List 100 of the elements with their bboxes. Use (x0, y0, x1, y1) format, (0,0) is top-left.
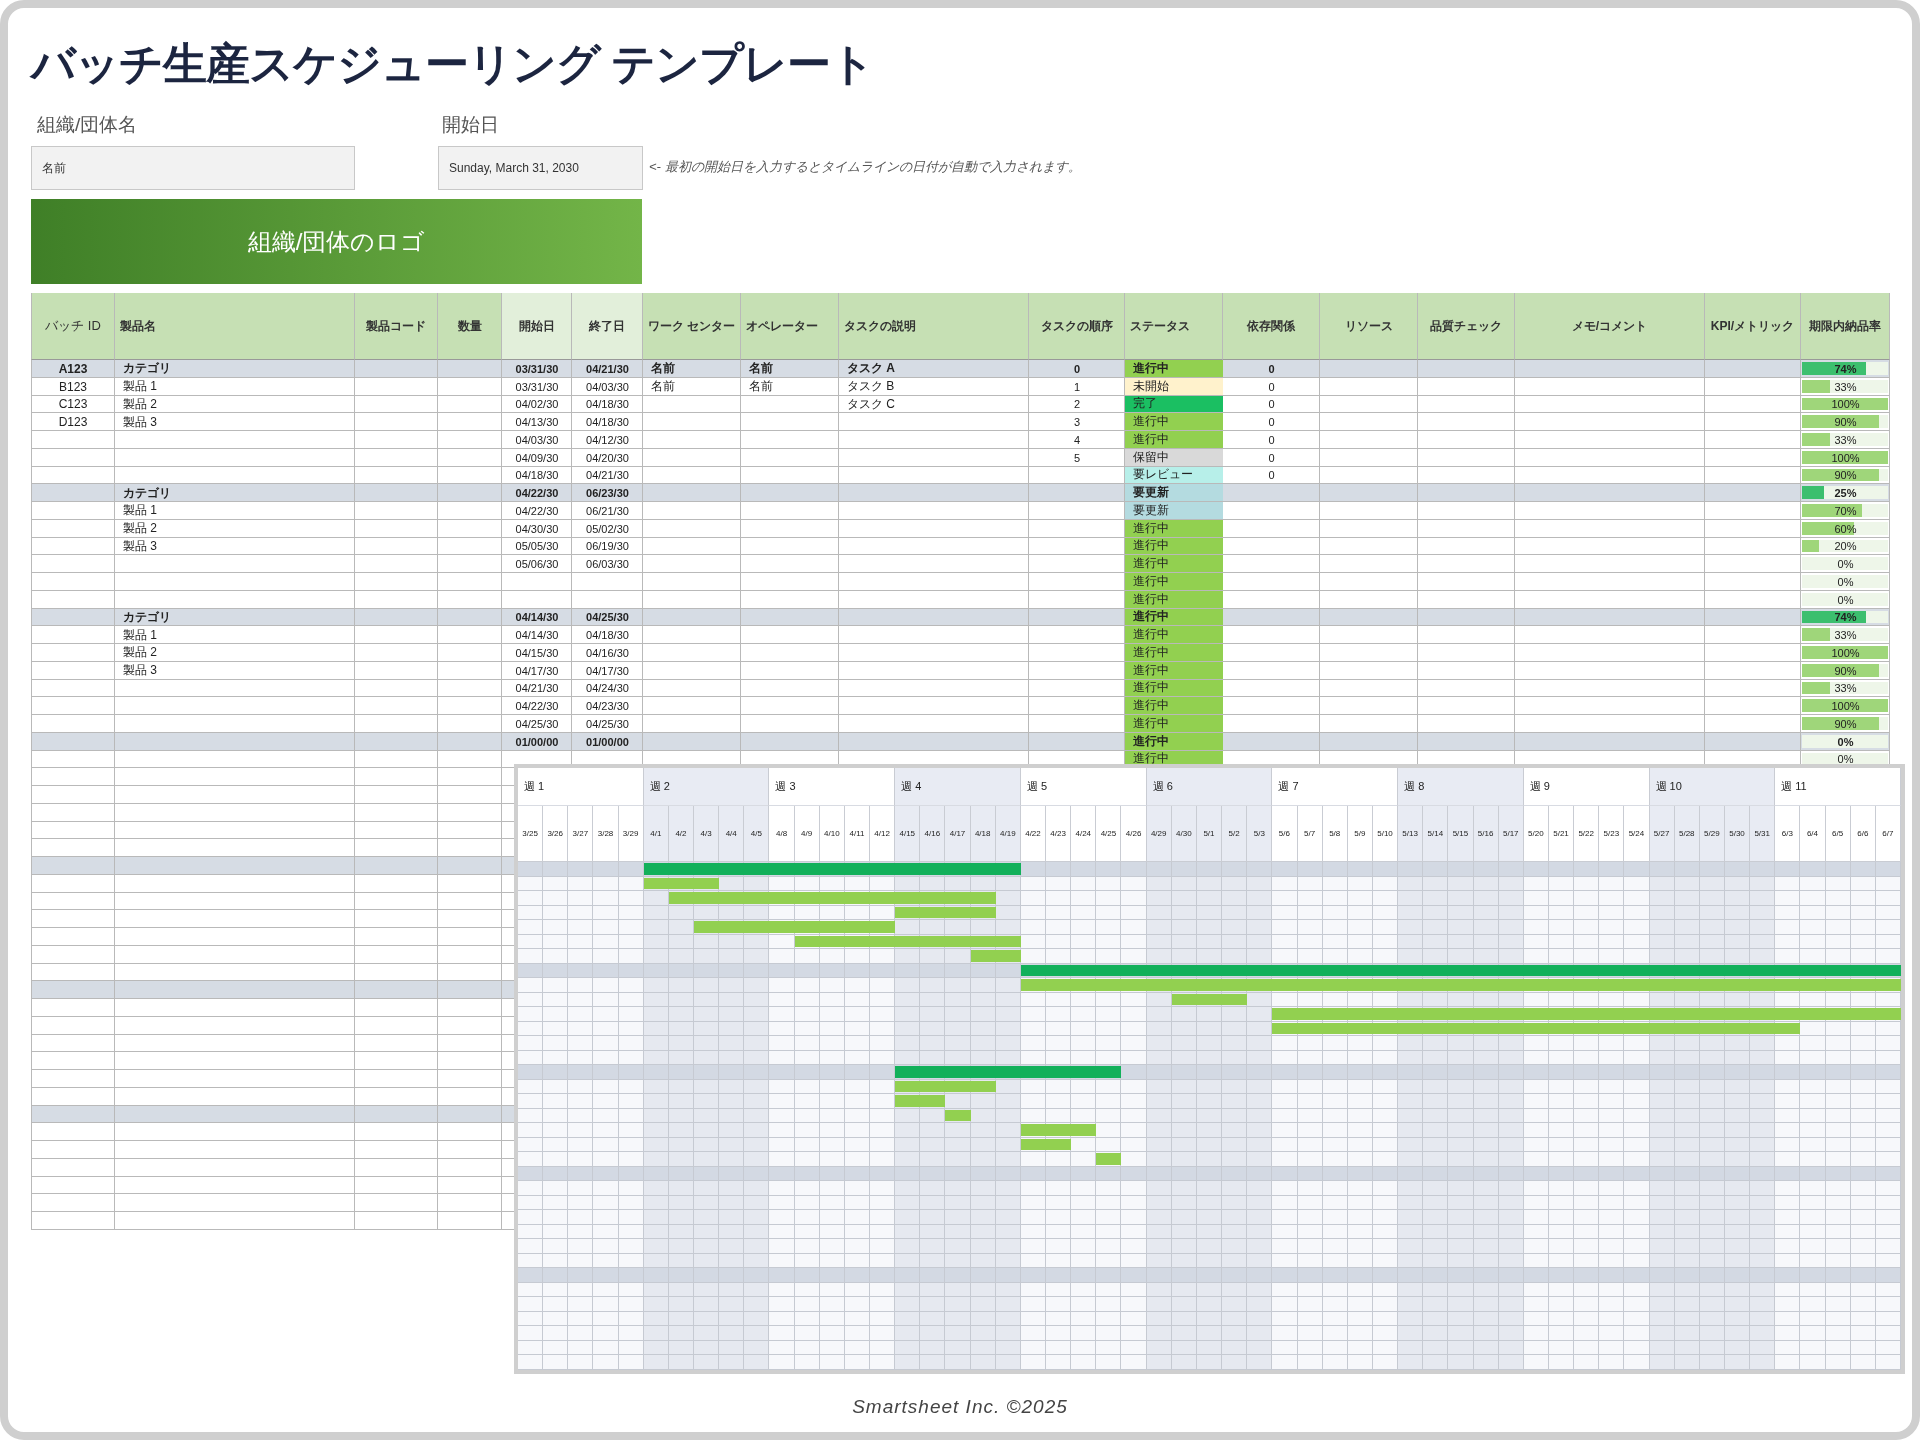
column-header: タスクの説明 (839, 293, 1029, 360)
gantt-bar (970, 950, 1021, 962)
percent-text: 70% (1834, 504, 1857, 517)
table-cell: 04/22/30 (515, 487, 559, 500)
gantt-bar (945, 1109, 971, 1121)
week-label: 週 5 (1020, 768, 1147, 806)
table-cell: 04/14/30 (515, 611, 559, 624)
table-cell: 製品 1 (123, 502, 157, 520)
column-header: 品質チェック (1418, 293, 1515, 360)
percent-text: 33% (1834, 433, 1857, 446)
table-cell: 名前 (651, 378, 675, 396)
percent-text: 100% (1831, 451, 1860, 464)
percent-text: 100% (1831, 398, 1860, 411)
day-label: 5/24 (1624, 806, 1650, 862)
table-cell: 04/21/30 (515, 682, 559, 695)
day-label: 4/12 (870, 806, 896, 862)
percent-text: 0% (1837, 558, 1854, 571)
day-label: 4/29 (1146, 806, 1172, 862)
table-cell: カテゴリ (123, 608, 171, 626)
day-label: 4/23 (1046, 806, 1072, 862)
column-header: KPI/メトリック (1705, 293, 1801, 360)
table-cell: 0 (1268, 416, 1275, 429)
column-header: ワーク センター (643, 293, 741, 360)
table-cell: 04/18/30 (586, 398, 629, 411)
column-header: バッチ ID (31, 293, 115, 360)
percent-text: 33% (1834, 380, 1857, 393)
percent-text: 20% (1834, 540, 1857, 553)
week-label: 週 4 (895, 768, 1021, 806)
table-cell: 製品 3 (123, 413, 157, 431)
percent-text: 74% (1834, 611, 1857, 624)
table-cell: 0 (1268, 362, 1275, 375)
day-label: 4/4 (719, 806, 745, 862)
percent-text: 90% (1834, 469, 1857, 482)
table-cell: カテゴリ (123, 360, 171, 378)
table-cell: 04/30/30 (515, 522, 559, 535)
table-cell: カテゴリ (123, 484, 171, 502)
table-cell: 2 (1073, 398, 1081, 411)
day-label: 4/11 (844, 806, 871, 862)
status-cell: 進行中 (1125, 715, 1223, 733)
table-cell: 04/12/30 (586, 433, 629, 446)
table-cell: 04/16/30 (586, 646, 629, 659)
table-cell: 04/25/30 (586, 717, 629, 730)
input-field[interactable]: 名前 (31, 146, 355, 190)
column-header: オペレーター (741, 293, 839, 360)
day-label: 6/5 (1825, 806, 1851, 862)
table-cell: D123 (58, 415, 88, 430)
table-cell: 06/19/30 (586, 540, 629, 553)
table-cell: 04/17/30 (586, 664, 629, 677)
column-header: メモ/コメント (1515, 293, 1705, 360)
date-field[interactable]: Sunday, March 31, 2030 (438, 146, 643, 190)
table-cell: 製品 1 (123, 626, 157, 644)
week-label: 週 9 (1523, 768, 1650, 806)
field-label: 開始日 (441, 113, 500, 137)
status-cell: 進行中 (1125, 431, 1223, 449)
gantt-bar (1096, 1153, 1122, 1165)
status-cell: 進行中 (1125, 413, 1223, 431)
status-cell: 進行中 (1125, 697, 1223, 715)
day-label: 5/23 (1599, 806, 1625, 862)
day-label: 5/2 (1222, 806, 1248, 862)
table-cell: 名前 (651, 360, 675, 378)
table-cell: 06/03/30 (586, 558, 629, 571)
table-cell: 製品 2 (123, 644, 157, 662)
day-label: 4/24 (1071, 806, 1097, 862)
table-cell: 1 (1073, 380, 1081, 393)
day-label: 6/4 (1800, 806, 1826, 862)
table-cell: 06/23/30 (586, 487, 629, 500)
week-label: 週 3 (769, 768, 896, 806)
column-header: ステータス (1125, 293, 1223, 360)
status-cell: 進行中 (1125, 573, 1223, 591)
table-cell: 4 (1073, 433, 1081, 446)
day-label: 6/6 (1850, 806, 1876, 862)
day-label: 4/15 (895, 806, 921, 862)
day-label: 5/16 (1473, 806, 1499, 862)
day-label: 5/6 (1272, 806, 1298, 862)
table-cell: 04/21/30 (586, 362, 629, 375)
day-label: 3/29 (618, 806, 644, 862)
table-cell: 製品 2 (123, 520, 157, 538)
percent-text: 90% (1834, 664, 1857, 677)
day-label: 3/27 (568, 806, 594, 862)
percent-text: 90% (1834, 717, 1857, 730)
week-label: 週 10 (1649, 768, 1776, 806)
table-cell: 06/21/30 (586, 504, 629, 517)
table-cell: 04/14/30 (515, 629, 559, 642)
day-label: 4/5 (744, 806, 770, 862)
table-cell: 0 (1268, 451, 1275, 464)
table-cell: 製品 2 (123, 395, 157, 413)
day-label: 3/28 (593, 806, 619, 862)
day-label: 5/17 (1498, 806, 1524, 862)
table-cell: 04/25/30 (515, 717, 559, 730)
table-cell: 04/13/30 (515, 416, 559, 429)
day-label: 4/3 (694, 806, 720, 862)
status-cell: 進行中 (1125, 644, 1223, 662)
percent-text: 33% (1834, 629, 1857, 642)
column-header: 製品コード (355, 293, 438, 360)
day-label: 5/7 (1297, 806, 1323, 862)
table-cell: 04/25/30 (586, 611, 629, 624)
table-cell: 名前 (749, 360, 773, 378)
day-label: 5/13 (1398, 806, 1424, 862)
column-header: 終了日 (572, 293, 643, 360)
day-label: 5/28 (1674, 806, 1700, 862)
